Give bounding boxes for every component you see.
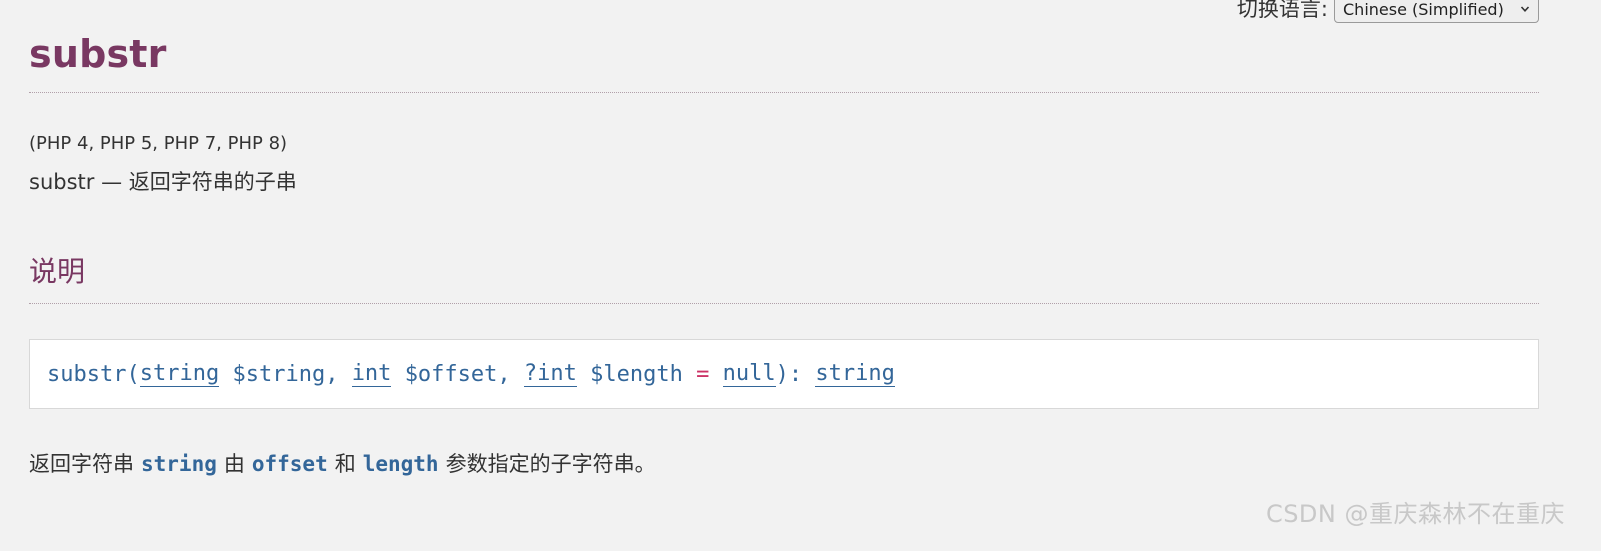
default-null-link[interactable]: null xyxy=(722,361,776,387)
param-offset-var: $offset xyxy=(404,361,498,387)
open-paren: ( xyxy=(126,361,140,387)
desc-text: 返回字符串 xyxy=(29,452,134,476)
language-label: 切换语言: xyxy=(1236,0,1328,21)
param-code-string: string xyxy=(141,452,217,476)
param-string-var: $string xyxy=(232,361,326,387)
return-description: 返回字符串 string 由 offset 和 length 参数指定的子字符串… xyxy=(29,448,656,478)
param-separator: , xyxy=(497,361,524,387)
param-string-type-link[interactable]: string xyxy=(139,361,220,387)
method-name: substr xyxy=(47,361,127,387)
param-length-var: $length xyxy=(590,361,683,387)
desc-text: 参数指定的子字符串。 xyxy=(445,452,656,476)
language-select[interactable]: Chinese (Simplified) xyxy=(1334,0,1539,23)
section-title-description: 说明 xyxy=(29,255,86,288)
param-code-length: length xyxy=(362,452,439,476)
close-paren: ): xyxy=(775,361,816,387)
page-title: substr xyxy=(29,32,167,76)
default-equals: = xyxy=(696,361,710,387)
watermark: CSDN @重庆森林不在重庆 xyxy=(1265,500,1565,528)
section-divider xyxy=(29,303,1539,304)
method-synopsis: substr(string $string, int $offset, ?int… xyxy=(29,339,1539,409)
title-divider xyxy=(29,92,1539,93)
return-type-link[interactable]: string xyxy=(815,361,895,387)
desc-text: 和 xyxy=(334,452,356,476)
function-purpose: substr — 返回字符串的子串 xyxy=(29,170,297,194)
desc-text: 由 xyxy=(223,452,245,476)
param-code-offset: offset xyxy=(251,452,328,476)
chevron-down-icon xyxy=(1520,6,1530,12)
language-switcher: 切换语言: Chinese (Simplified) xyxy=(1237,0,1539,24)
version-info: (PHP 4, PHP 5, PHP 7, PHP 8) xyxy=(29,133,288,154)
param-offset-type-link[interactable]: int xyxy=(351,361,392,387)
param-length-type-link[interactable]: ?int xyxy=(523,361,577,387)
param-separator: , xyxy=(325,361,352,387)
language-selected-value: Chinese (Simplified) xyxy=(1343,0,1504,19)
